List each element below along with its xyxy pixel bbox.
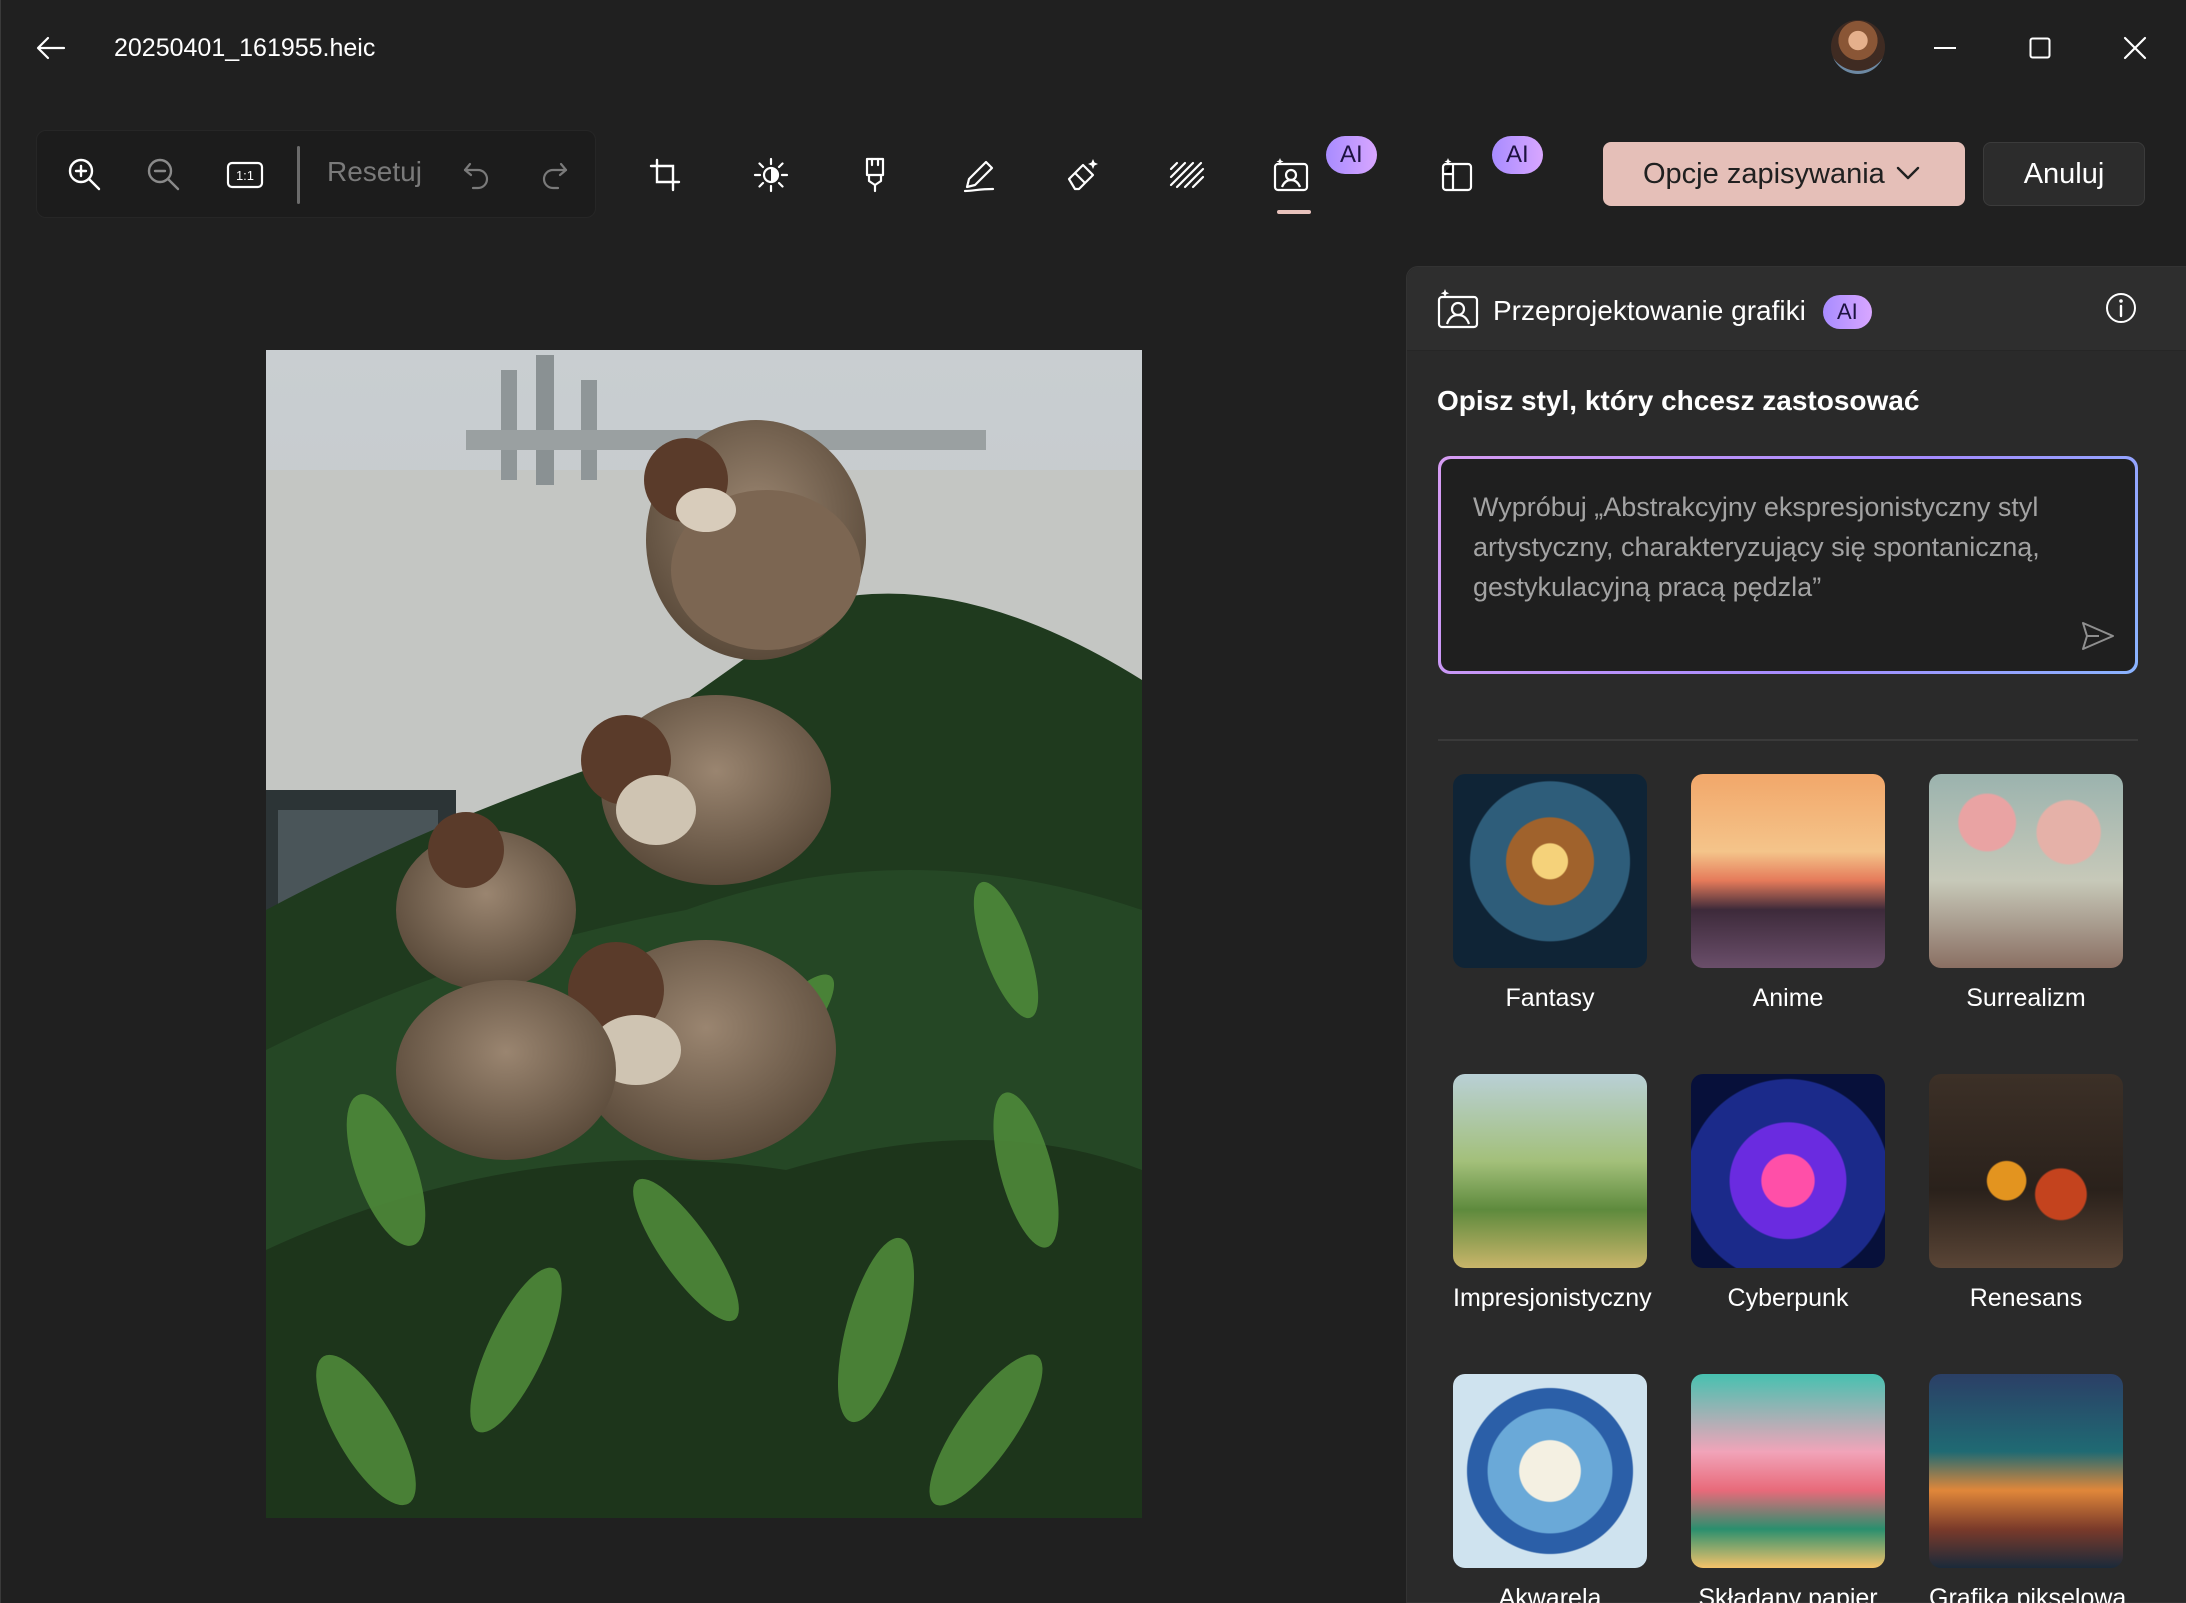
- style-label: Impresjonistyczny: [1453, 1284, 1652, 1312]
- save-options-button[interactable]: Opcje zapisywania: [1603, 142, 1965, 206]
- back-button[interactable]: [23, 22, 79, 74]
- style-prompt-input[interactable]: Wypróbuj „Abstrakcyjny ekspresjonistyczn…: [1438, 456, 2138, 674]
- style-card-cyberpunk[interactable]: Cyberpunk: [1691, 1074, 1885, 1313]
- style-card-watercolor[interactable]: Akwarela: [1453, 1374, 1647, 1603]
- style-card-pixel-art[interactable]: Grafika pikselowa: [1929, 1374, 2127, 1603]
- send-icon[interactable]: [2081, 621, 2115, 651]
- redo-button[interactable]: [524, 145, 584, 205]
- actual-size-button[interactable]: 1:1: [215, 145, 275, 205]
- style-card-renaissance[interactable]: Renesans: [1929, 1074, 2123, 1313]
- window-title: 20250401_161955.heic: [114, 34, 376, 62]
- restyle-image-icon: [1437, 289, 1479, 329]
- fantasy-thumbnail: [1453, 774, 1647, 968]
- cyberpunk-thumbnail: [1691, 1074, 1885, 1268]
- maximize-icon: [2029, 37, 2051, 59]
- zoom-in-icon: [68, 158, 101, 191]
- photo-canvas[interactable]: [266, 350, 1142, 1518]
- zoom-out-button[interactable]: [134, 145, 194, 205]
- erase-button[interactable]: [1053, 145, 1113, 205]
- filter-button[interactable]: [845, 145, 905, 205]
- watercolor-thumbnail: [1453, 1374, 1647, 1568]
- sparrows-photo: [266, 350, 1142, 1518]
- style-label: Składany papier: [1698, 1584, 1878, 1603]
- close-button[interactable]: [2095, 18, 2175, 78]
- back-arrow-icon: [36, 36, 66, 60]
- impressionist-thumbnail: [1453, 1074, 1647, 1268]
- marker-icon: [865, 157, 885, 193]
- eraser-sparkle-icon: [1067, 159, 1098, 191]
- close-icon: [2123, 36, 2147, 60]
- panel-header: Przeprojektowanie grafiki AI: [1407, 267, 2186, 351]
- pen-icon: [963, 160, 995, 193]
- brightness-icon: [753, 157, 789, 193]
- crop-icon: [649, 158, 681, 192]
- surrealism-thumbnail: [1929, 774, 2123, 968]
- zoom-in-button[interactable]: [55, 145, 115, 205]
- style-label: Cyberpunk: [1727, 1284, 1849, 1312]
- restyle-panel: Przeprojektowanie grafiki AI Opisz styl,…: [1406, 266, 2186, 1603]
- style-card-impressionist[interactable]: Impresjonistyczny: [1453, 1074, 1652, 1313]
- undo-button[interactable]: [447, 145, 507, 205]
- prompt-heading: Opisz styl, który chcesz zastosować: [1437, 385, 1920, 416]
- pixel-art-thumbnail: [1929, 1374, 2123, 1568]
- style-label: Akwarela: [1498, 1584, 1602, 1603]
- photos-editor-window: 20250401_161955.heic 1:1 Resetuj AI AI O…: [0, 0, 2186, 1603]
- style-card-anime[interactable]: Anime: [1691, 774, 1885, 1013]
- restyle-ai-badge: AI: [1326, 136, 1377, 174]
- title-bar: 20250401_161955.heic: [1, 0, 2186, 96]
- renaissance-thumbnail: [1929, 1074, 2123, 1268]
- style-card-surrealism[interactable]: Surrealizm: [1929, 774, 2123, 1013]
- toolbar-separator: [297, 146, 300, 204]
- style-label: Surrealizm: [1966, 984, 2086, 1012]
- zoom-out-icon: [147, 158, 180, 191]
- restyle-image-icon: [1273, 158, 1309, 192]
- actual-size-icon: 1:1: [226, 161, 264, 189]
- paper-cut-thumbnail: [1691, 1374, 1885, 1568]
- undo-icon: [463, 162, 489, 190]
- reset-button[interactable]: Resetuj: [327, 156, 422, 188]
- crop-button[interactable]: [636, 145, 696, 205]
- panel-ai-badge: AI: [1823, 295, 1872, 329]
- active-tool-indicator: [1277, 210, 1311, 214]
- generative-ai-badge: AI: [1492, 136, 1543, 174]
- markup-button[interactable]: [949, 145, 1009, 205]
- restyle-button[interactable]: [1261, 145, 1321, 205]
- panel-divider: [1438, 739, 2138, 741]
- style-card-fantasy[interactable]: Fantasy: [1453, 774, 1647, 1013]
- minimize-icon: [1934, 47, 1956, 49]
- info-icon[interactable]: [2104, 291, 2138, 325]
- cancel-button[interactable]: Anuluj: [1983, 142, 2145, 206]
- background-blur-icon: [1169, 161, 1205, 189]
- redo-icon: [542, 162, 568, 190]
- background-button[interactable]: [1157, 145, 1217, 205]
- save-options-label: Opcje zapisywania: [1643, 157, 1885, 190]
- generative-fill-button[interactable]: [1427, 145, 1487, 205]
- style-label: Grafika pikselowa: [1929, 1584, 2127, 1603]
- chevron-down-icon: [1896, 166, 1920, 180]
- panel-title: Przeprojektowanie grafiki: [1493, 295, 1806, 326]
- style-label: Renesans: [1969, 1284, 2083, 1312]
- maximize-button[interactable]: [2000, 18, 2080, 78]
- account-avatar[interactable]: [1831, 20, 1885, 74]
- prompt-placeholder: Wypróbuj „Abstrakcyjny ekspresjonistyczn…: [1473, 492, 2040, 602]
- anime-thumbnail: [1691, 774, 1885, 968]
- style-card-paper-cut[interactable]: Składany papier: [1691, 1374, 1885, 1603]
- minimize-button[interactable]: [1905, 18, 1985, 78]
- adjust-button[interactable]: [741, 145, 801, 205]
- zoom-toolbar-group: [36, 130, 596, 218]
- style-label: Anime: [1752, 984, 1824, 1012]
- svg-text:1:1: 1:1: [236, 168, 254, 183]
- generative-frame-icon: [1441, 158, 1473, 192]
- style-label: Fantasy: [1505, 984, 1595, 1012]
